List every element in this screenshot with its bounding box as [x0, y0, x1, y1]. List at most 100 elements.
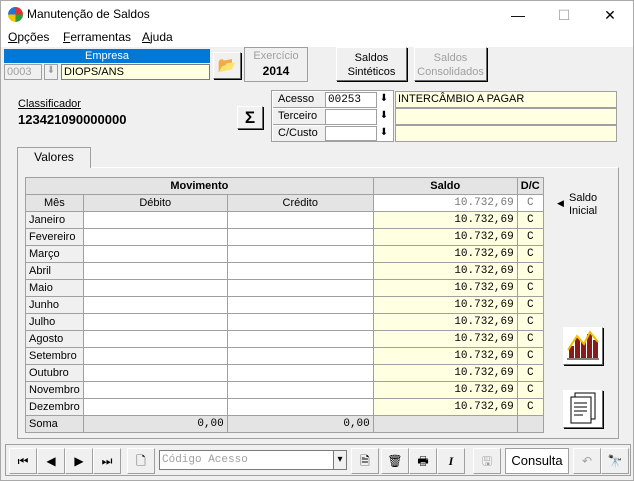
menu-ajuda[interactable]: Ajuda: [142, 30, 173, 44]
saldo-cell: 10.732,69: [372, 211, 518, 229]
first-record-button[interactable]: ⏮: [9, 448, 37, 474]
month-cell: Janeiro: [25, 211, 84, 229]
dc-cell: C: [516, 228, 544, 246]
chart-button[interactable]: [563, 327, 603, 365]
codigo-acesso-input[interactable]: Código Acesso: [159, 450, 335, 470]
empresa-name-field[interactable]: DIOPS/ANS: [61, 64, 210, 80]
debito-cell[interactable]: [82, 347, 228, 365]
saldo-cell: 10.732,69: [372, 398, 518, 416]
saldos-sinteticos-button[interactable]: Saldos Sintéticos: [336, 47, 407, 81]
debito-cell[interactable]: [82, 262, 228, 280]
save-icon: 🖫: [481, 454, 493, 468]
saldo-inicial-arrow-icon: ◀: [557, 198, 564, 208]
credito-cell[interactable]: [226, 211, 374, 229]
soma-credito: 0,00: [226, 415, 374, 433]
find-button[interactable]: 🔭: [601, 448, 629, 474]
credito-cell[interactable]: [226, 381, 374, 399]
new-record-button[interactable]: 🗋: [127, 448, 155, 474]
debito-cell[interactable]: [82, 296, 228, 314]
ccusto-field[interactable]: [325, 126, 377, 141]
debito-cell[interactable]: [82, 313, 228, 331]
soma-saldo: [372, 415, 518, 433]
dc-cell: C: [516, 211, 544, 229]
saldo-inicial-label: Saldo Inicial: [569, 192, 597, 218]
ccusto-dropdown-icon[interactable]: ⬇: [377, 127, 391, 141]
empresa-dropdown-icon[interactable]: ⬇: [44, 64, 58, 80]
bar-chart-icon: [567, 330, 599, 360]
debito-cell[interactable]: [82, 228, 228, 246]
acesso-dropdown-icon[interactable]: ⬇: [377, 93, 391, 107]
classificador-label: Classificador: [18, 98, 81, 110]
filter-button[interactable]: 🗎: [351, 448, 379, 474]
dc-cell: C: [516, 398, 544, 416]
saldo-cell: 10.732,69: [372, 228, 518, 246]
debito-cell[interactable]: [82, 330, 228, 348]
initial-dc-cell: C: [516, 194, 544, 212]
saldo-inicial-line2: Inicial: [569, 205, 598, 217]
credito-cell[interactable]: [226, 347, 374, 365]
open-folder-button[interactable]: 📂: [213, 52, 241, 79]
credito-cell[interactable]: [226, 398, 374, 416]
filter-icon: 🗎: [360, 454, 370, 468]
last-record-button[interactable]: ⏭: [93, 448, 121, 474]
dc-cell: C: [516, 364, 544, 382]
month-cell: Abril: [25, 262, 84, 280]
credito-cell[interactable]: [226, 262, 374, 280]
exercicio-label: Exercício: [253, 50, 299, 62]
minimize-button[interactable]: —: [495, 1, 541, 29]
debito-cell[interactable]: [82, 398, 228, 416]
menu-bar: Opções Ferramentas Ajuda: [1, 29, 633, 47]
credito-cell[interactable]: [226, 313, 374, 331]
menu-ferramentas[interactable]: Ferramentas: [63, 30, 131, 44]
ccusto-description: [395, 125, 617, 142]
classificador-value: 123421090000000: [18, 112, 127, 127]
sigma-icon: Σ: [244, 108, 256, 127]
debito-cell[interactable]: [82, 211, 228, 229]
table-row: Janeiro 10.732,69 C: [25, 211, 544, 229]
saldo-cell: 10.732,69: [372, 364, 518, 382]
maximize-button[interactable]: ☐: [541, 1, 587, 29]
dc-cell: C: [516, 381, 544, 399]
print-button[interactable]: 🖶: [409, 448, 437, 474]
debito-cell[interactable]: [82, 381, 228, 399]
main-window: Manutenção de Saldos — ☐ ✕ Opções Ferram…: [0, 0, 634, 481]
terceiro-field[interactable]: [325, 109, 377, 125]
acesso-field[interactable]: 00253: [325, 92, 377, 108]
title-bar: Manutenção de Saldos — ☐ ✕: [1, 1, 633, 29]
delete-button[interactable]: 🗑: [381, 448, 409, 474]
debito-cell[interactable]: [82, 279, 228, 297]
saldos-consolidados-button[interactable]: Saldos Consolidados: [414, 47, 487, 81]
close-button[interactable]: ✕: [587, 1, 633, 29]
credito-cell[interactable]: [226, 364, 374, 382]
menu-opcoes[interactable]: Opções: [8, 30, 49, 44]
month-cell: Setembro: [25, 347, 84, 365]
month-cell: Março: [25, 245, 84, 263]
first-icon: ⏮: [17, 454, 29, 468]
month-cell: Dezembro: [25, 398, 84, 416]
credito-cell[interactable]: [226, 296, 374, 314]
italic-button[interactable]: I: [437, 448, 465, 474]
empresa-code-field[interactable]: 0003: [4, 64, 42, 80]
credito-cell[interactable]: [226, 330, 374, 348]
prev-record-button[interactable]: ◀: [37, 448, 65, 474]
credito-cell[interactable]: [226, 228, 374, 246]
acesso-description: INTERCÂMBIO A PAGAR: [395, 91, 617, 108]
credito-cell[interactable]: [226, 245, 374, 263]
tab-valores[interactable]: Valores: [17, 147, 91, 168]
debito-cell[interactable]: [82, 245, 228, 263]
table-row: Março 10.732,69 C: [25, 245, 544, 263]
saldo-cell: 10.732,69: [372, 381, 518, 399]
undo-button[interactable]: ↶: [573, 448, 601, 474]
terceiro-dropdown-icon[interactable]: ⬇: [377, 110, 391, 124]
save-button[interactable]: 🖫: [473, 448, 501, 474]
debito-cell[interactable]: [82, 364, 228, 382]
col-debito-header: Débito: [82, 194, 228, 212]
report-button[interactable]: [563, 390, 603, 428]
dc-cell: C: [516, 313, 544, 331]
next-record-button[interactable]: ▶: [65, 448, 93, 474]
credito-cell[interactable]: [226, 279, 374, 297]
table-row: Fevereiro 10.732,69 C: [25, 228, 544, 246]
search-dropdown-icon[interactable]: ▾: [333, 450, 347, 470]
sum-button[interactable]: Σ: [237, 106, 263, 129]
saldo-cell: 10.732,69: [372, 279, 518, 297]
